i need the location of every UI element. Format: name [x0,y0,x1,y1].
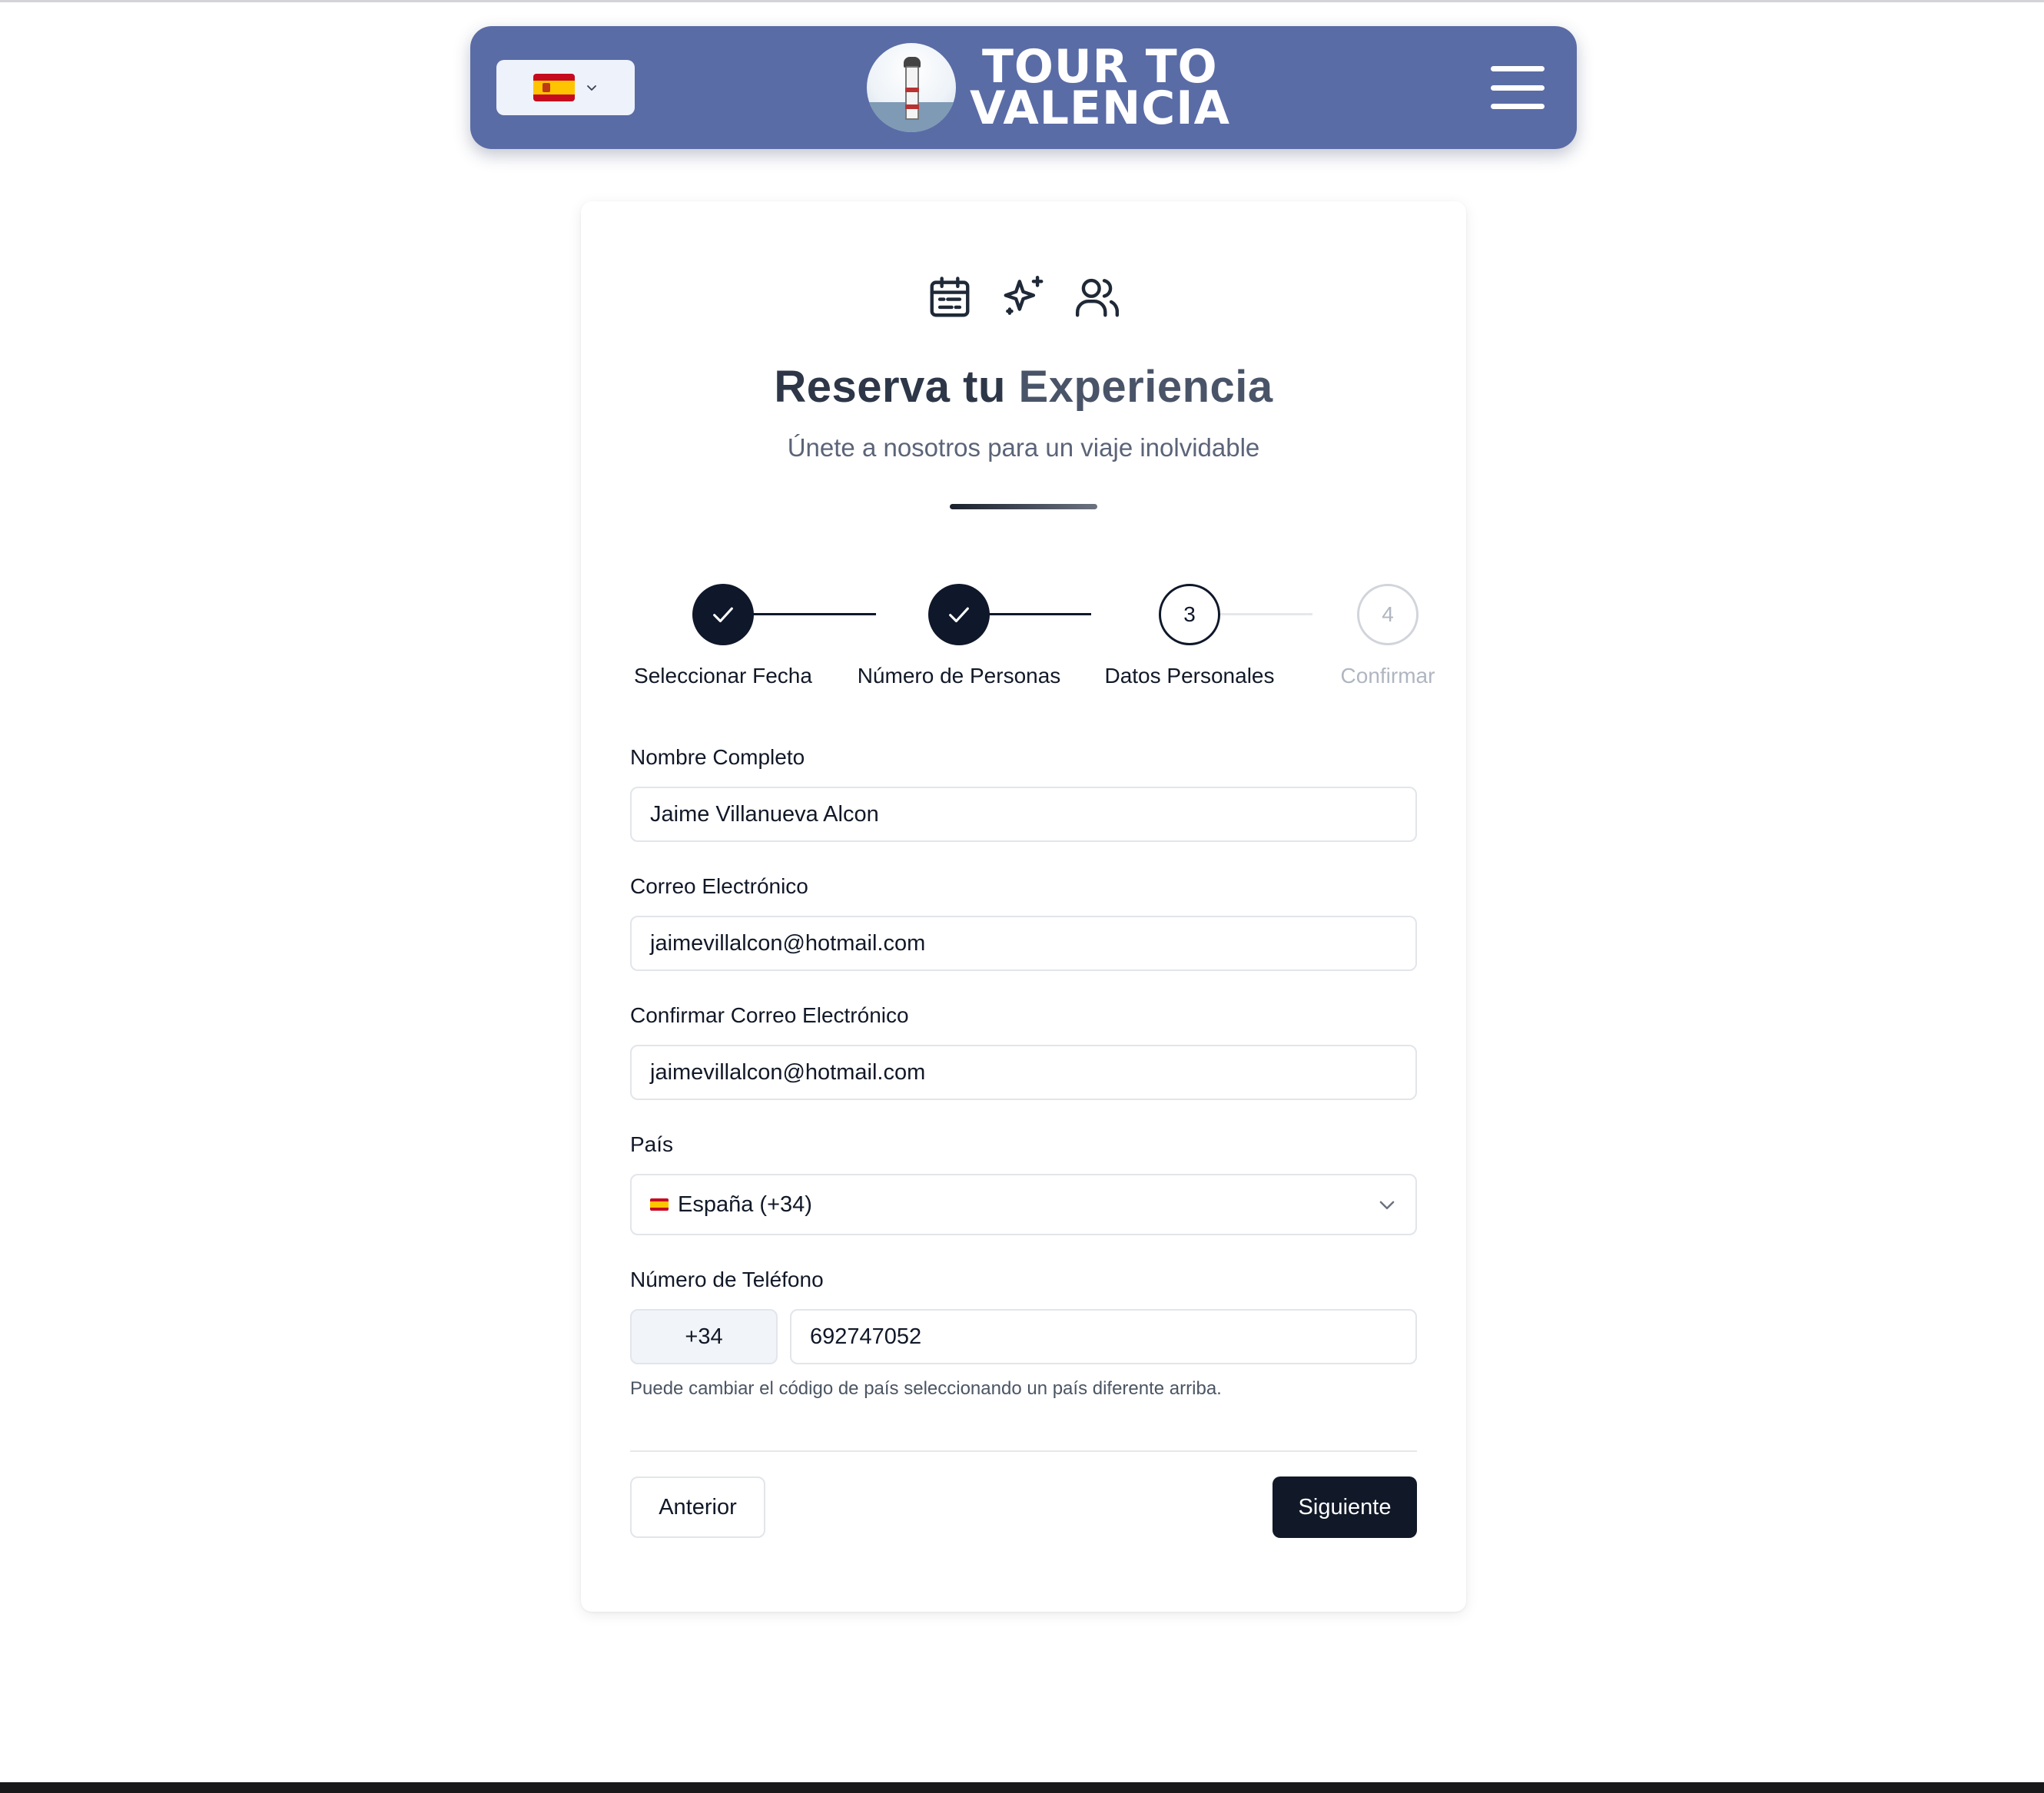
step-1-label: Seleccionar Fecha [634,664,812,688]
full-name-input[interactable]: Jaime Villanueva Alcon [630,787,1417,842]
country-select-value: España (+34) [650,1192,812,1218]
email-confirm-label: Confirmar Correo Electrónico [630,1003,909,1027]
hamburger-menu-icon[interactable] [1491,66,1545,109]
lighthouse-logo-icon [867,43,956,132]
step-2-label: Número de Personas [857,664,1061,688]
sparkles-icon [1004,275,1044,315]
top-border [0,0,2044,2]
country-select-text: España (+34) [678,1191,812,1217]
full-name-label: Nombre Completo [630,745,805,769]
check-icon [713,607,733,623]
spain-flag-icon [533,74,575,101]
booking-stepper: 3 4 Seleccionar Fecha Número de Personas… [581,584,1466,707]
country-select[interactable]: España (+34) [630,1174,1417,1235]
previous-button[interactable]: Anterior [630,1476,765,1538]
phone-input[interactable]: 692747052 [790,1309,1417,1364]
next-button[interactable]: Siguiente [1273,1476,1417,1538]
booking-card: Reserva tu Experiencia Únete a nosotros … [581,201,1466,1612]
email-label: Correo Electrónico [630,874,808,898]
step-2-circle[interactable] [928,584,990,645]
email-confirm-input[interactable]: jaimevillalcon@hotmail.com [630,1045,1417,1100]
language-selector[interactable] [496,60,635,115]
chevron-down-icon [1379,1201,1395,1210]
step-4-circle: 4 [1357,584,1419,645]
step-3-circle: 3 [1159,584,1220,645]
form-divider [630,1450,1417,1452]
logo-line-2: VALENCIA [970,81,1231,135]
country-label: País [630,1132,674,1156]
phone-prefix: +34 [630,1309,778,1364]
step-1-circle[interactable] [692,584,754,645]
users-icon [1075,278,1120,317]
site-header: TOUR TO VALENCIA [470,26,1577,149]
phone-hint: Puede cambiar el código de país seleccio… [630,1378,1222,1399]
spain-flag-icon [650,1198,669,1211]
step-3-label: Datos Personales [1104,664,1275,688]
logo-text: TOUR TO VALENCIA [970,44,1231,135]
email-input[interactable]: jaimevillalcon@hotmail.com [630,916,1417,971]
page-subtitle: Únete a nosotros para un viaje inolvidab… [787,433,1260,462]
page-title: Reserva tu Experiencia [774,362,1273,412]
step-4-label: Confirmar [1340,664,1435,688]
calendar-icon [930,277,970,317]
site-logo[interactable]: TOUR TO VALENCIA [867,38,1230,137]
title-underline [950,504,1097,509]
hero-icons [581,273,1466,327]
check-icon [949,607,969,623]
page-footer-bar [0,1782,2044,1793]
phone-label: Número de Teléfono [630,1268,824,1291]
chevron-down-icon [587,85,596,91]
